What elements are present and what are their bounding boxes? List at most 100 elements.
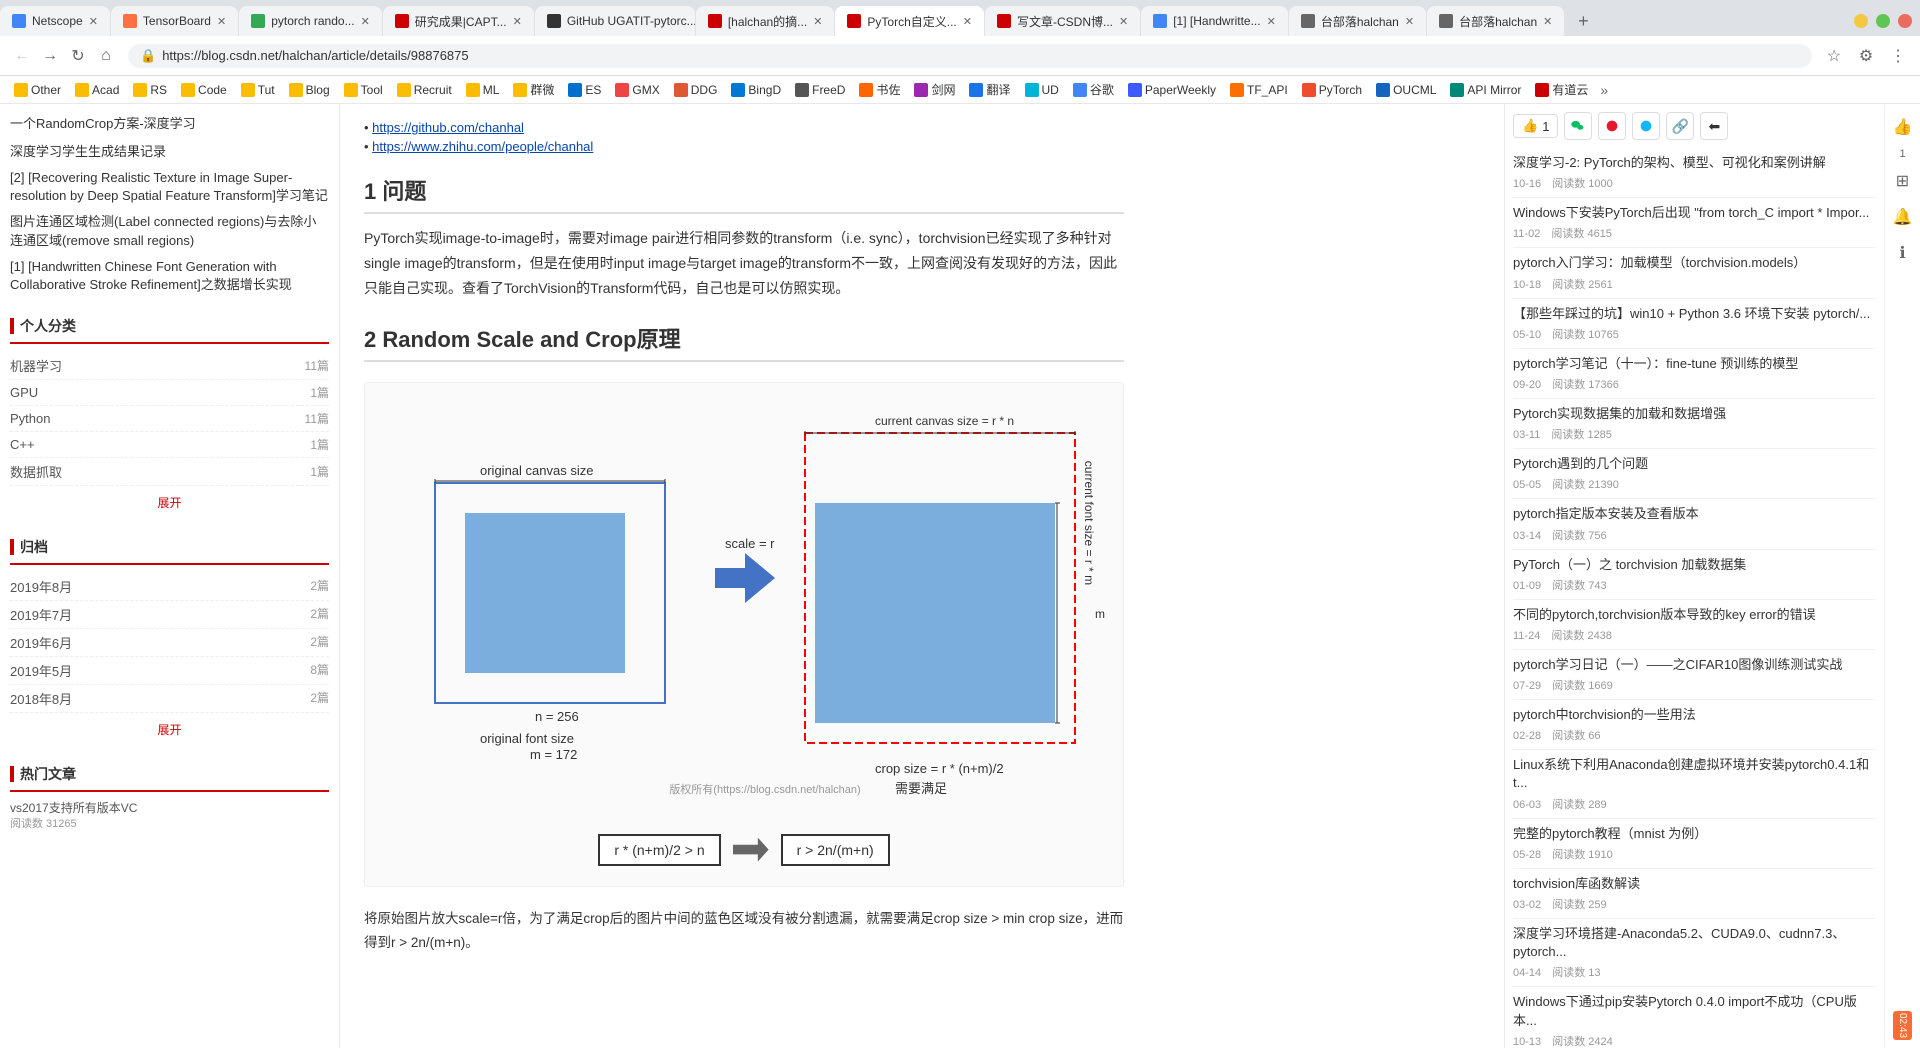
link-github[interactable]: https://github.com/chanhal	[372, 120, 524, 135]
forward-button[interactable]: →	[36, 42, 64, 70]
bookmark-youdao[interactable]: 有道云	[1529, 79, 1594, 100]
maximize-btn[interactable]	[1876, 14, 1890, 28]
recommend-article-10[interactable]: pytorch学习日记（一）——之CIFAR10图像训练测试实战 07-29 阅…	[1513, 650, 1876, 700]
extensions-btn[interactable]: ⚙	[1852, 42, 1880, 70]
like-button[interactable]: 👍 1	[1513, 114, 1558, 138]
tab-pytorch-random[interactable]: pytorch rando... ✕	[239, 6, 382, 36]
reload-button[interactable]: ↻	[64, 42, 92, 70]
recommend-article-2[interactable]: pytorch入门学习：加载模型（torchvision.models） 10-…	[1513, 248, 1876, 298]
float-grid-btn[interactable]: ⊞	[1888, 166, 1918, 196]
bookmark-acad[interactable]: Acad	[69, 81, 125, 99]
bookmark-fanyi[interactable]: 翻译	[963, 79, 1016, 100]
tab-research[interactable]: 研究成果|CAPT... ✕	[383, 6, 534, 36]
archive-jun-2019[interactable]: 2019年6月 2篇	[10, 629, 329, 657]
recommend-article-8[interactable]: PyTorch（一）之 torchvision 加载数据集 01-09 阅读数 …	[1513, 550, 1876, 600]
recommend-article-0[interactable]: 深度学习-2: PyTorch的架构、模型、可视化和案例讲解 10-16 阅读数…	[1513, 148, 1876, 198]
bookmark-google[interactable]: 谷歌	[1067, 79, 1120, 100]
bookmark-bingd[interactable]: BingD	[725, 81, 787, 99]
bookmark-rs[interactable]: RS	[127, 81, 173, 99]
recommend-article-1[interactable]: Windows下安装PyTorch后出现 "from torch_C impor…	[1513, 198, 1876, 248]
bookmark-ddg[interactable]: DDG	[668, 81, 724, 99]
article-link-1[interactable]: 深度学习学生生成结果记录	[10, 142, 329, 162]
bookmark-freed[interactable]: FreeD	[789, 81, 851, 99]
hot-article-0[interactable]: vs2017支持所有版本VC 阅读数 31265	[10, 800, 329, 832]
link-zhihu[interactable]: https://www.zhihu.com/people/chanhal	[372, 139, 593, 154]
category-ml[interactable]: 机器学习 11篇	[10, 352, 329, 380]
bookmark-shuzuo[interactable]: 书佐	[853, 79, 906, 100]
category-cpp[interactable]: C++ 1篇	[10, 432, 329, 458]
archive-aug-2019[interactable]: 2019年8月 2篇	[10, 573, 329, 601]
archives-expand-btn[interactable]: 展开	[10, 717, 329, 742]
bookmark-code[interactable]: Code	[175, 81, 233, 99]
new-tab-button[interactable]: +	[1569, 7, 1597, 35]
bookmark-other[interactable]: Other	[8, 81, 67, 99]
category-python[interactable]: Python 11篇	[10, 406, 329, 432]
share-qq-btn[interactable]	[1632, 112, 1660, 140]
float-bell-btn[interactable]: 🔔	[1888, 202, 1918, 232]
tab-close-pytorch[interactable]: ✕	[361, 15, 370, 28]
tab-close-pytorch-define[interactable]: ✕	[963, 15, 972, 28]
bookmark-oucml[interactable]: OUCML	[1370, 81, 1442, 99]
recommend-article-3[interactable]: 【那些年踩过的坑】win10 + Python 3.6 环境下安装 pytorc…	[1513, 299, 1876, 349]
bookmark-blog[interactable]: Blog	[283, 81, 336, 99]
article-link-0[interactable]: 一个RandomCrop方案-深度学习	[10, 114, 329, 134]
tab-netscope[interactable]: Netscope ✕	[0, 6, 110, 36]
tab-close-halchan[interactable]: ✕	[813, 15, 822, 28]
tab-handwritten[interactable]: [1] [Handwritte... ✕	[1141, 6, 1288, 36]
recommend-article-12[interactable]: Linux系统下利用Anaconda创建虚拟环境并安装pytorch0.4.1和…	[1513, 750, 1876, 818]
address-bar[interactable]: 🔒 https://blog.csdn.net/halchan/article/…	[128, 44, 1812, 68]
bookmark-jianwang[interactable]: 剑网	[908, 79, 961, 100]
categories-expand-btn[interactable]: 展开	[10, 490, 329, 515]
bookmark-tf-api[interactable]: TF_API	[1224, 81, 1294, 99]
bookmark-gmx[interactable]: GMX	[609, 81, 665, 99]
category-gpu[interactable]: GPU 1篇	[10, 380, 329, 406]
archive-jul-2019[interactable]: 2019年7月 2篇	[10, 601, 329, 629]
bookmark-recruit[interactable]: Recruit	[391, 81, 458, 99]
share-weixin-btn[interactable]	[1564, 112, 1592, 140]
bookmark-tut[interactable]: Tut	[235, 81, 281, 99]
back-button[interactable]: ←	[8, 42, 36, 70]
bookmark-api-mirror[interactable]: API Mirror	[1444, 81, 1527, 99]
tab-close-taibei1[interactable]: ✕	[1405, 15, 1414, 28]
bookmark-pytorch[interactable]: PyTorch	[1296, 81, 1368, 99]
bookmark-es[interactable]: ES	[562, 81, 607, 99]
back-top-btn[interactable]: ⬅	[1700, 112, 1728, 140]
bookmark-tool[interactable]: Tool	[338, 81, 389, 99]
tab-close-research[interactable]: ✕	[513, 15, 522, 28]
recommend-article-16[interactable]: Windows下通过pip安装Pytorch 0.4.0 import不成功（C…	[1513, 987, 1876, 1048]
tab-close-tensorboard[interactable]: ✕	[217, 15, 226, 28]
bookmark-paperweekly[interactable]: PaperWeekly	[1122, 81, 1222, 99]
archive-may-2019[interactable]: 2019年5月 8篇	[10, 657, 329, 685]
tab-close-handwritten[interactable]: ✕	[1267, 15, 1276, 28]
recommend-article-11[interactable]: pytorch中torchvision的一些用法 02-28 阅读数 66	[1513, 700, 1876, 750]
bookmark-star[interactable]: ☆	[1820, 42, 1848, 70]
tab-pytorch-define[interactable]: PyTorch自定义... ✕	[835, 6, 984, 36]
recommend-article-4[interactable]: pytorch学习笔记（十一）：fine-tune 预训练的模型 09-20 阅…	[1513, 349, 1876, 399]
recommend-article-14[interactable]: torchvision库函数解读 03-02 阅读数 259	[1513, 869, 1876, 919]
share-weibo-btn[interactable]	[1598, 112, 1626, 140]
recommend-article-13[interactable]: 完整的pytorch教程（mnist 为例） 05-28 阅读数 1910	[1513, 819, 1876, 869]
copy-link-btn[interactable]: 🔗	[1666, 112, 1694, 140]
minimize-btn[interactable]	[1854, 14, 1868, 28]
tab-taibei1[interactable]: 台部落halchan ✕	[1289, 6, 1426, 36]
tab-halchan[interactable]: [halchan的摘... ✕	[696, 6, 835, 36]
tab-close-taibei2[interactable]: ✕	[1543, 15, 1552, 28]
float-info-btn[interactable]: ℹ	[1888, 238, 1918, 268]
article-link-4[interactable]: [1] [Handwritten Chinese Font Generation…	[10, 258, 329, 294]
recommend-article-7[interactable]: pytorch指定版本安装及查看版本 03-14 阅读数 756	[1513, 499, 1876, 549]
tab-close-netscope[interactable]: ✕	[89, 15, 98, 28]
tab-write[interactable]: 写文章-CSDN博... ✕	[985, 6, 1140, 36]
tab-close-write[interactable]: ✕	[1119, 15, 1128, 28]
float-like-btn[interactable]: 👍	[1888, 112, 1918, 142]
archive-aug-2018[interactable]: 2018年8月 2篇	[10, 685, 329, 713]
tab-tensorboard[interactable]: TensorBoard ✕	[111, 6, 238, 36]
recommend-article-6[interactable]: Pytorch遇到的几个问题 05-05 阅读数 21390	[1513, 449, 1876, 499]
recommend-article-9[interactable]: 不同的pytorch,torchvision版本导致的key error的错误 …	[1513, 600, 1876, 650]
bookmark-ml[interactable]: ML	[460, 81, 506, 99]
tab-github[interactable]: GitHub UGATIT-pytorc... ✕	[535, 6, 695, 36]
home-button[interactable]: ⌂	[92, 42, 120, 70]
tab-taibei2[interactable]: 台部落halchan ✕	[1427, 6, 1564, 36]
article-link-2[interactable]: [2] [Recovering Realistic Texture in Ima…	[10, 169, 329, 205]
close-window-btn[interactable]	[1898, 14, 1912, 28]
menu-btn[interactable]: ⋮	[1884, 42, 1912, 70]
